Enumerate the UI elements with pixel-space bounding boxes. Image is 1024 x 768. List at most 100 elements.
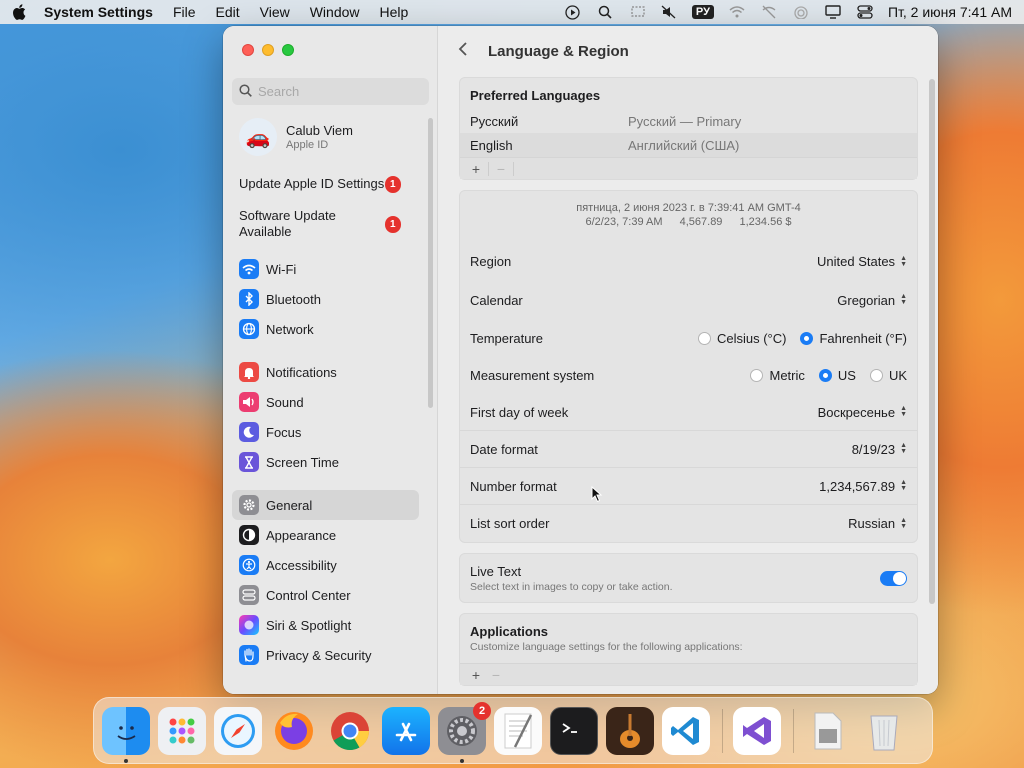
dock: 2: [93, 697, 933, 764]
language-row[interactable]: English Английский (США): [460, 133, 917, 157]
avatar: 🚗: [239, 118, 277, 156]
search-icon[interactable]: [596, 4, 614, 20]
main-scrollbar[interactable]: [929, 79, 935, 604]
app-store-icon[interactable]: [382, 706, 430, 755]
wifi-off-icon[interactable]: [760, 4, 778, 20]
gear-icon: [239, 495, 259, 515]
input-source-indicator[interactable]: РУ: [691, 5, 714, 19]
remove-application-button[interactable]: −: [486, 667, 506, 683]
first-day-value: Воскресенье: [817, 404, 896, 420]
finder-icon[interactable]: [102, 706, 150, 763]
play-icon[interactable]: [564, 4, 582, 20]
uk-radio[interactable]: UK: [869, 368, 907, 383]
preview-file-icon[interactable]: [804, 707, 852, 755]
calendar-popup[interactable]: Gregorian ▲ ▼: [837, 293, 907, 308]
number-format-label: Number format: [470, 478, 557, 494]
sidebar-scrollbar[interactable]: [428, 118, 433, 408]
wifi-status-icon[interactable]: [728, 4, 746, 20]
mute-icon[interactable]: [660, 4, 678, 20]
region-popup[interactable]: United States ▲ ▼: [817, 254, 907, 269]
sidebar-item-sound[interactable]: Sound: [232, 387, 419, 417]
sidebar-item-focus[interactable]: Focus: [232, 417, 419, 447]
sidebar-item-privacy-security[interactable]: Privacy & Security: [232, 640, 419, 670]
notice-update-apple-id[interactable]: Update Apple ID Settings 1: [223, 164, 428, 204]
close-button[interactable]: [242, 44, 254, 56]
zoom-button[interactable]: [282, 44, 294, 56]
apple-id-account[interactable]: 🚗 Calub Viem Apple ID: [223, 114, 428, 160]
add-application-button[interactable]: +: [466, 667, 486, 683]
control-center-menu-icon[interactable]: [856, 4, 874, 20]
menu-app-name[interactable]: System Settings: [44, 4, 153, 20]
menu-edit[interactable]: Edit: [216, 4, 240, 20]
textedit-icon[interactable]: [494, 706, 542, 755]
popup-chevrons-icon: ▲ ▼: [900, 293, 907, 306]
chrome-icon[interactable]: [326, 707, 374, 755]
menu-help[interactable]: Help: [380, 4, 409, 20]
sidebar-item-bluetooth[interactable]: Bluetooth: [232, 284, 419, 314]
fahrenheit-radio[interactable]: Fahrenheit (°F): [800, 331, 907, 346]
us-radio[interactable]: US: [818, 368, 856, 383]
menu-clock[interactable]: Пт, 2 июня 7:41 AM: [888, 4, 1012, 20]
accessibility-icon: [239, 555, 259, 575]
preview-currency: 1,234.56 $: [739, 216, 792, 228]
metric-radio[interactable]: Metric: [750, 368, 805, 383]
sidebar-item-screen-time[interactable]: Screen Time: [232, 447, 419, 477]
search-input[interactable]: [258, 84, 418, 99]
screen-mirroring-icon[interactable]: [628, 4, 646, 20]
sidebar-item-wifi[interactable]: Wi-Fi: [232, 254, 419, 284]
account-subtitle: Apple ID: [286, 139, 329, 151]
search-field[interactable]: [232, 78, 429, 105]
add-language-button[interactable]: +: [466, 161, 486, 177]
preferred-languages-card: Preferred Languages Русский Русский — Pr…: [459, 77, 918, 180]
vscode-icon[interactable]: [662, 706, 710, 755]
notice-software-update[interactable]: Software Update Available 1: [223, 204, 428, 244]
wifi-icon: [239, 259, 259, 279]
menu-view[interactable]: View: [260, 4, 290, 20]
applications-heading: Applications: [470, 624, 549, 639]
back-icon[interactable]: [458, 41, 474, 62]
notice-label: Update Apple ID Settings: [239, 176, 385, 191]
hand-icon: [239, 645, 259, 665]
minimize-button[interactable]: [262, 44, 274, 56]
trash-icon[interactable]: [860, 707, 908, 755]
dock-separator: [793, 708, 794, 753]
remove-language-button[interactable]: −: [491, 161, 511, 177]
sidebar-item-notifications[interactable]: Notifications: [232, 357, 419, 387]
sidebar-item-control-center[interactable]: Control Center: [232, 580, 419, 610]
radio-label: Fahrenheit (°F): [819, 331, 907, 346]
notification-badge: 1: [384, 215, 401, 233]
display-icon[interactable]: [824, 4, 842, 20]
date-format-popup[interactable]: 8/19/23 ▲ ▼: [852, 442, 907, 457]
sidebar-item-label: Focus: [266, 424, 302, 440]
launchpad-icon[interactable]: [158, 706, 206, 755]
apple-menu-icon[interactable]: [12, 4, 30, 20]
menu-window[interactable]: Window: [310, 4, 360, 20]
sort-order-popup[interactable]: Russian ▲ ▼: [848, 516, 907, 531]
system-settings-dock-icon[interactable]: 2: [438, 701, 491, 763]
sidebar-item-general[interactable]: General: [232, 490, 419, 520]
sidebar-item-siri-spotlight[interactable]: Siri & Spotlight: [232, 610, 419, 640]
number-format-popup[interactable]: 1,234,567.89 ▲ ▼: [819, 479, 907, 494]
live-text-description: Select text in images to copy or take ac…: [470, 581, 673, 593]
language-row[interactable]: Русский Русский — Primary: [460, 109, 917, 133]
live-text-toggle[interactable]: [880, 571, 907, 586]
celsius-radio[interactable]: Celsius (°C): [697, 331, 786, 346]
visual-studio-icon[interactable]: [733, 706, 781, 755]
sidebar-item-network[interactable]: Network: [232, 314, 419, 344]
firefox-icon[interactable]: [270, 707, 318, 755]
temperature-label: Temperature: [470, 331, 543, 346]
divider: [513, 161, 514, 176]
safari-icon[interactable]: [214, 706, 262, 755]
menu-file[interactable]: File: [173, 4, 196, 20]
sidebar-item-appearance[interactable]: Appearance: [232, 520, 419, 550]
terminal-icon[interactable]: [550, 706, 598, 755]
date-format-value: 8/19/23: [851, 441, 896, 457]
first-day-popup[interactable]: Воскресенье ▲ ▼: [818, 405, 907, 420]
popup-chevrons-icon: ▲ ▼: [900, 516, 907, 530]
sidebar-item-accessibility[interactable]: Accessibility: [232, 550, 419, 580]
first-day-row: First day of week Воскресенье ▲ ▼: [460, 394, 917, 431]
radio-dot: [800, 332, 814, 345]
garageband-icon[interactable]: [606, 706, 654, 755]
airdrop-icon[interactable]: [792, 4, 810, 20]
moon-icon: [239, 422, 259, 442]
